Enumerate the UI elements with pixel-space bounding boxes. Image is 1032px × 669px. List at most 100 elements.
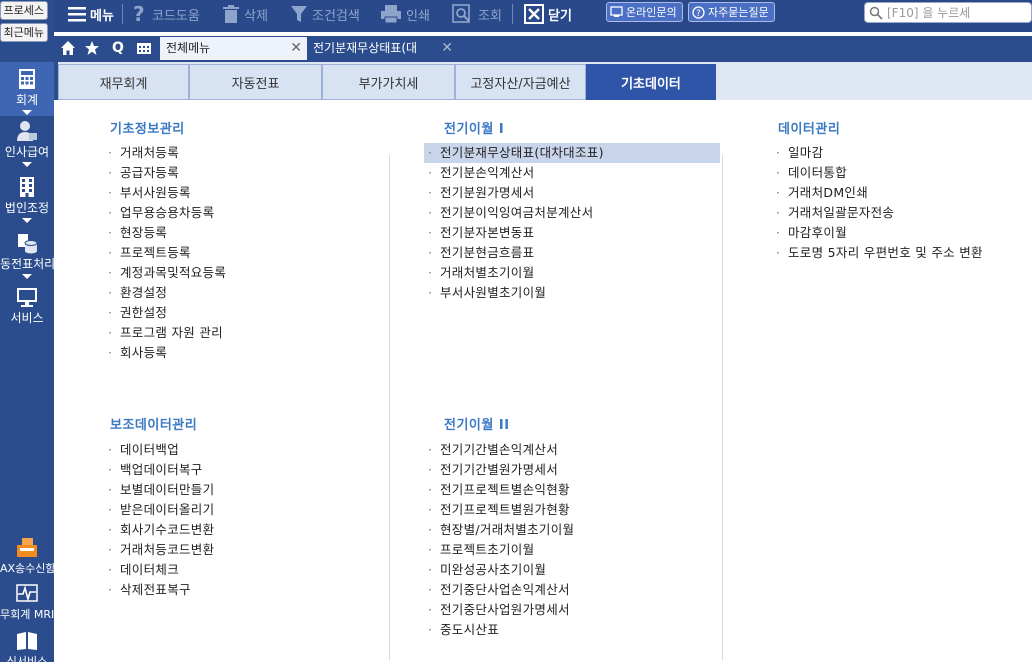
menu-item[interactable]: 중도시산표 [424, 620, 720, 640]
menu-item[interactable]: 데이터통합 [772, 163, 1032, 183]
menu-item[interactable]: 보별데이터만들기 [104, 480, 364, 500]
nav-knowledge-service[interactable]: 식서비스 [0, 630, 54, 668]
menu-item[interactable]: 프로그램 자원 관리 [104, 323, 364, 343]
menu-item[interactable]: 프로젝트등록 [104, 243, 364, 263]
nav-auto-voucher[interactable]: 동전표처리 [0, 232, 54, 284]
nav-accounting-mri-label: 무회계 MRI [0, 608, 54, 621]
tab-auto-voucher[interactable]: 자동전표 [189, 64, 322, 100]
menu-item[interactable]: 전기분손익계산서 [424, 163, 720, 183]
menu-item[interactable]: 삭제전표복구 [104, 580, 364, 600]
nav-corporate-adjust[interactable]: 법인조정 [0, 176, 54, 228]
tab-strip: Q 전체메뉴 ✕ 전기분재무상태표(대 ✕ [54, 36, 1032, 60]
menu-item[interactable]: 전기분이익잉여금처분계산서 [424, 203, 720, 223]
menu-item[interactable]: 환경설정 [104, 283, 364, 303]
chat-monitor-icon [610, 6, 623, 17]
tab-all-menu[interactable]: 전체메뉴 ✕ [160, 37, 307, 60]
online-inquiry-label: 온라인문의 [626, 6, 677, 19]
left-sidebar: 프로세스 최근메뉴 회계 인사급여 법인조정 동전표처리 서비스 AX송수신함 … [0, 0, 54, 668]
tab-fixed-assets-budget[interactable]: 고정자산/자금예산 [455, 64, 586, 100]
menu-button[interactable]: 메뉴 [68, 0, 114, 28]
menu-item[interactable]: 거래처등코드변환 [104, 540, 364, 560]
group-title-aux-data: 보조데이터관리 [110, 418, 198, 433]
menu-item[interactable]: 전기프로젝트별원가현황 [424, 500, 720, 520]
menu-item[interactable]: 전기기간별원가명세서 [424, 460, 720, 480]
menu-item[interactable]: 거래처DM인쇄 [772, 183, 1032, 203]
column-divider [389, 155, 390, 660]
tab-vat[interactable]: 부가가치세 [322, 64, 455, 100]
menu-item[interactable]: 회사등록 [104, 343, 364, 363]
menu-item[interactable]: 거래처별초기이월 [424, 263, 720, 283]
online-inquiry-button[interactable]: 온라인문의 [606, 2, 683, 22]
menu-item[interactable]: 부서사원등록 [104, 183, 364, 203]
code-help-label: 코드도움 [152, 8, 200, 24]
menu-item[interactable]: 현장등록 [104, 223, 364, 243]
group-data-mgmt: 일마감데이터통합거래처DM인쇄거래처일괄문자전송마감후이월도로명 5자리 우편번… [772, 143, 1032, 263]
menu-item[interactable]: 데이터체크 [104, 560, 364, 580]
favorites-button[interactable] [80, 36, 104, 60]
calendar-button[interactable] [132, 36, 156, 60]
nav-service-label: 서비스 [10, 311, 44, 325]
process-button[interactable]: 프로세스 [0, 1, 48, 20]
menu-item[interactable]: 백업데이터복구 [104, 460, 364, 480]
close-box-icon [524, 4, 544, 24]
menu-item[interactable]: 전기분자본변동표 [424, 223, 720, 243]
main-toolbar: 메뉴 ? 코드도움 삭제 조건검색 인쇄 조회 닫기 온라인문의 ? 자주묻는질… [54, 0, 1032, 32]
inquiry-label: 조회 [478, 8, 502, 24]
nav-accounting[interactable]: 회계 [0, 62, 54, 116]
conditional-search-button[interactable]: 조건검색 [290, 0, 360, 28]
print-button[interactable]: 인쇄 [380, 0, 430, 28]
caret-down-icon [22, 218, 32, 223]
nav-accounting-label: 회계 [15, 93, 39, 107]
menu-item[interactable]: 프로젝트초기이월 [424, 540, 720, 560]
svg-text:?: ? [696, 9, 701, 19]
menu-item[interactable]: 받은데이터올리기 [104, 500, 364, 520]
delete-button[interactable]: 삭제 [222, 0, 268, 28]
menu-item[interactable]: 미완성공사초기이월 [424, 560, 720, 580]
menu-item[interactable]: 업무용승용차등록 [104, 203, 364, 223]
nav-auto-voucher-label: 동전표처리 [0, 257, 54, 271]
group-title-prior-transfer-1: 전기이월 I [444, 122, 505, 137]
menu-item[interactable]: 전기중단사업손익계산서 [424, 580, 720, 600]
tab-financial-accounting[interactable]: 재무회계 [58, 64, 189, 100]
home-button[interactable] [56, 36, 80, 60]
menu-item[interactable]: 현장별/거래처별초기이월 [424, 520, 720, 540]
person-icon [17, 121, 37, 141]
nav-service[interactable]: 서비스 [0, 286, 54, 326]
menu-search-input[interactable]: [F10] 을 누르세 [864, 2, 1032, 23]
code-help-button[interactable]: ? 코드도움 [132, 0, 200, 28]
trash-icon [223, 5, 239, 23]
group-title-prior-transfer-2: 전기이월 II [444, 418, 510, 433]
menu-item[interactable]: 거래처일괄문자전송 [772, 203, 1032, 223]
menu-item[interactable]: 권한설정 [104, 303, 364, 323]
menu-item[interactable]: 부서사원별초기이월 [424, 283, 720, 303]
menu-item[interactable]: 회사기수코드변환 [104, 520, 364, 540]
menu-item[interactable]: 데이터백업 [104, 440, 364, 460]
quick-search-button[interactable]: Q [106, 36, 130, 60]
menu-item[interactable]: 공급자등록 [104, 163, 364, 183]
nav-accounting-mri[interactable]: 무회계 MRI [0, 583, 54, 623]
menu-item[interactable]: 일마감 [772, 143, 1032, 163]
menu-item[interactable]: 전기기간별손익계산서 [424, 440, 720, 460]
menu-item[interactable]: 전기분재무상태표(대차대조표) [424, 143, 720, 163]
menu-item[interactable]: 전기분현금흐름표 [424, 243, 720, 263]
tab-prior-balance-sheet[interactable]: 전기분재무상태표(대 ✕ [307, 37, 457, 60]
menu-item[interactable]: 전기프로젝트별손익현황 [424, 480, 720, 500]
faq-button[interactable]: ? 자주묻는질문 [688, 2, 775, 22]
menu-item[interactable]: 도로명 5자리 우편번호 및 주소 변환 [772, 243, 1032, 263]
nav-hr-payroll[interactable]: 인사급여 [0, 120, 54, 172]
close-label: 닫기 [548, 8, 572, 24]
menu-item[interactable]: 계정과목및적요등록 [104, 263, 364, 283]
menu-item[interactable]: 거래처등록 [104, 143, 364, 163]
recent-menu-button[interactable]: 최근메뉴 [0, 23, 48, 42]
inquiry-button[interactable]: 조회 [452, 0, 502, 28]
close-icon[interactable]: ✕ [441, 37, 453, 60]
menu-item[interactable]: 마감후이월 [772, 223, 1032, 243]
tab-basic-data[interactable]: 기초데이터 [586, 64, 716, 106]
close-icon[interactable]: ✕ [290, 37, 302, 60]
nav-fax-inbox[interactable]: AX송수신함 [0, 537, 54, 577]
menu-item[interactable]: 전기분원가명세서 [424, 183, 720, 203]
menu-item[interactable]: 전기중단사업원가명세서 [424, 600, 720, 620]
calendar-icon [137, 43, 151, 54]
close-button[interactable]: 닫기 [524, 0, 572, 28]
question-bubble-icon: ? [692, 5, 705, 19]
